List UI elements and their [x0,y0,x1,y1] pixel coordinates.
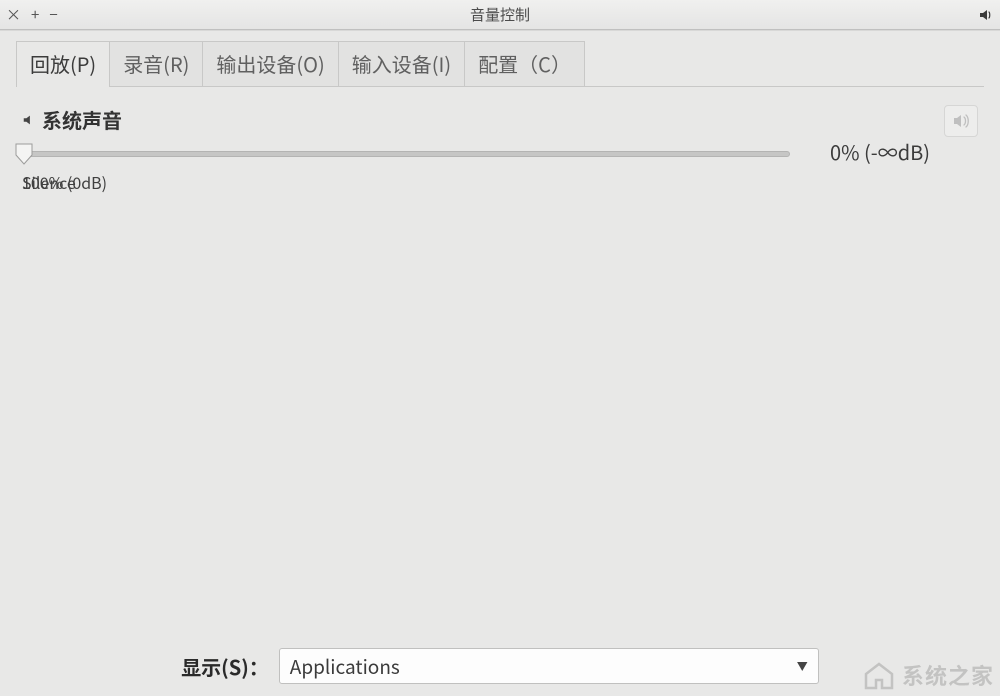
slider-trough [22,151,790,157]
dropdown-selected: Applications [290,653,400,680]
close-button[interactable]: × [6,7,21,22]
mute-button[interactable] [944,105,978,137]
volume-readout: 0% (-∞dB) [800,137,930,166]
maximize-button[interactable]: + [31,7,39,22]
stream-main: 系统声音 Silence 100% (0dB) [22,105,790,196]
slider-min-label: Silence [22,170,76,194]
tab-input-devices[interactable]: 输入设备(I) [338,41,465,86]
tab-playback[interactable]: 回放(P) [16,41,110,86]
titlebar: × + − 音量控制 [0,0,1000,30]
chevron-down-icon: ▼ [797,658,808,674]
speaker-icon [22,113,36,127]
tab-configuration[interactable]: 配置（C） [464,41,585,86]
tab-panel-playback: 系统声音 Silence 100% (0dB) 0% (-∞dB) [10,87,990,196]
volume-slider[interactable] [22,142,790,166]
slider-labels: Silence 100% (0dB) [22,170,790,196]
tab-bar: 回放(P) 录音(R) 输出设备(O) 输入设备(I) 配置（C） [16,41,984,87]
stream-header: 系统声音 [22,105,790,134]
tab-recording[interactable]: 录音(R) [109,41,203,86]
tab-output-devices[interactable]: 输出设备(O) [202,41,338,86]
show-label: 显示(S)： [181,652,269,681]
slider-thumb[interactable] [15,143,33,165]
stream-name: 系统声音 [42,105,122,134]
window-title: 音量控制 [470,4,530,25]
window-body: 回放(P) 录音(R) 输出设备(O) 输入设备(I) 配置（C） 系统声音 [0,30,1000,696]
show-dropdown[interactable]: Applications ▼ [279,648,819,684]
minimize-button[interactable]: − [49,7,57,22]
speaker-icon [978,7,994,23]
speaker-muted-icon [952,113,970,129]
stream-row: 系统声音 Silence 100% (0dB) 0% (-∞dB) [22,105,978,196]
footer: 显示(S)： Applications ▼ [0,648,1000,684]
titlebar-right [978,7,994,23]
window-controls: × + − [6,7,58,22]
